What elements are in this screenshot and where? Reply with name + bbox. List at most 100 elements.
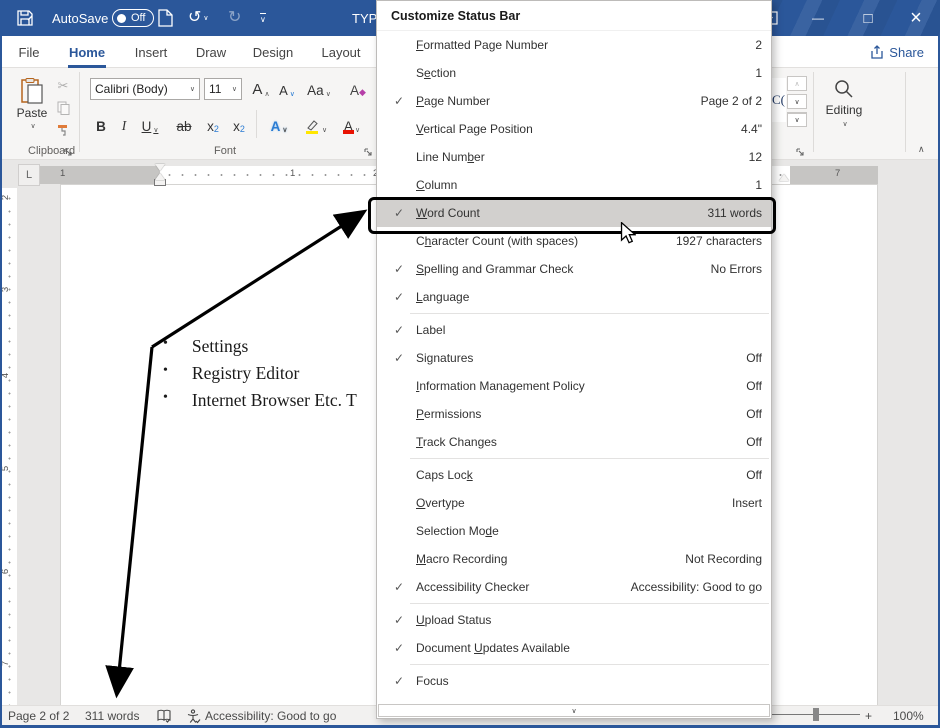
menu-item-track-changes[interactable]: Track ChangesOff — [377, 428, 771, 456]
vertical-ruler[interactable]: 234567 — [2, 188, 17, 705]
tab-home[interactable]: Home — [66, 36, 108, 68]
menu-item-permissions[interactable]: PermissionsOff — [377, 400, 771, 428]
close-button[interactable]: × — [894, 0, 938, 36]
check-icon: ✓ — [394, 613, 404, 627]
menu-item-value: 2 — [755, 38, 762, 52]
tab-layout[interactable]: Layout — [319, 36, 363, 68]
clear-formatting-button[interactable]: A◆ — [346, 76, 370, 100]
menu-item-label[interactable]: ✓Label — [377, 316, 771, 344]
shrink-font-button[interactable]: A∨ — [276, 76, 298, 100]
highlight-button[interactable]: ∨ — [300, 112, 332, 136]
menu-item-overtype[interactable]: OvertypeInsert — [377, 489, 771, 517]
check-icon: ✓ — [394, 94, 404, 108]
right-indent-marker[interactable] — [779, 174, 789, 181]
underline-button[interactable]: U∨ — [136, 112, 164, 136]
italic-button[interactable]: I — [116, 112, 132, 136]
proofing-icon[interactable] — [157, 706, 172, 726]
superscript-button[interactable]: x2 — [228, 112, 250, 136]
maximize-button[interactable]: □ — [846, 0, 890, 36]
tab-selector[interactable]: L — [18, 164, 40, 186]
menu-item-section[interactable]: Section1 — [377, 59, 771, 87]
menu-item-document-updates-available[interactable]: ✓Document Updates Available — [377, 634, 771, 662]
menu-item-page-number[interactable]: ✓Page NumberPage 2 of 2 — [377, 87, 771, 115]
clipboard-dialog-launcher[interactable] — [64, 145, 75, 156]
menu-item-spelling-and-grammar-check[interactable]: ✓Spelling and Grammar CheckNo Errors — [377, 255, 771, 283]
menu-item-label: Overtype — [416, 496, 465, 510]
menu-item-value: 1 — [755, 178, 762, 192]
zoom-slider-track[interactable] — [760, 714, 860, 715]
minimize-button[interactable]: — — [796, 0, 840, 36]
styles-scroll-up[interactable]: ∧ — [787, 76, 807, 91]
zoom-level[interactable]: 100% — [893, 706, 924, 726]
new-document-icon[interactable] — [158, 0, 173, 36]
menu-item-selection-mode[interactable]: Selection Mode — [377, 517, 771, 545]
styles-scroll-down[interactable]: ∨ — [787, 94, 807, 109]
strikethrough-button[interactable]: ab — [172, 112, 196, 136]
menu-item-value: Off — [746, 351, 762, 365]
subscript-button[interactable]: x2 — [202, 112, 224, 136]
format-painter-icon[interactable] — [52, 120, 74, 140]
zoom-slider-handle[interactable] — [813, 708, 819, 721]
menu-item-label: Signatures — [416, 351, 473, 365]
menu-item-accessibility-checker[interactable]: ✓Accessibility CheckerAccessibility: Goo… — [377, 573, 771, 601]
menu-scroll-down[interactable]: ∨ — [378, 704, 770, 717]
ruler-number: 7 — [835, 168, 840, 179]
tab-design[interactable]: Design — [251, 36, 295, 68]
font-name-value: Calibri (Body) — [95, 82, 168, 96]
cut-icon[interactable]: ✂ — [52, 76, 74, 96]
autosave-state: Off — [131, 12, 145, 24]
grow-font-button[interactable]: A∧ — [250, 76, 272, 100]
menu-item-label: Formatted Page Number — [416, 38, 548, 52]
collapse-ribbon-button[interactable]: ∧ — [918, 144, 925, 155]
undo-button[interactable]: ↺∨ — [188, 0, 209, 36]
menu-item-label: Information Management Policy — [416, 379, 585, 393]
font-name-combo[interactable]: Calibri (Body)∨ — [90, 78, 200, 100]
menu-item-signatures[interactable]: ✓SignaturesOff — [377, 344, 771, 372]
menu-item-language[interactable]: ✓Language — [377, 283, 771, 311]
change-case-button[interactable]: Aa∨ — [304, 76, 334, 100]
indent-marker[interactable] — [155, 164, 165, 185]
menu-item-information-management-policy[interactable]: Information Management PolicyOff — [377, 372, 771, 400]
zoom-in-button[interactable]: + — [865, 706, 872, 726]
menu-item-character-count-with-spaces-[interactable]: Character Count (with spaces) 1927 charac… — [377, 227, 771, 255]
font-dialog-launcher[interactable] — [364, 145, 375, 156]
menu-item-label: Selection Mode — [416, 524, 499, 538]
tab-file[interactable]: File — [15, 36, 43, 68]
menu-item-focus[interactable]: ✓Focus — [377, 667, 771, 695]
page-indicator[interactable]: Page 2 of 2 — [8, 706, 69, 726]
editing-dropdown[interactable]: Editing ∨ — [818, 74, 870, 144]
share-button[interactable]: Share — [870, 40, 924, 64]
accessibility-indicator[interactable]: Accessibility: Good to go — [186, 706, 336, 726]
quick-access-chevron[interactable]: ∨ — [260, 0, 266, 36]
styles-dialog-launcher[interactable] — [796, 145, 807, 156]
menu-item-word-count[interactable]: ✓Word Count311 words — [377, 199, 771, 227]
tab-insert[interactable]: Insert — [131, 36, 171, 68]
autosave-toggle[interactable]: Off — [112, 0, 154, 36]
paste-button[interactable]: Paste ∨ — [12, 74, 52, 140]
menu-item-label: Caps Lock — [416, 468, 473, 482]
font-size-combo[interactable]: 11∨ — [204, 78, 242, 100]
save-icon[interactable] — [16, 0, 34, 36]
menu-item-label: Track Changes — [416, 435, 497, 449]
font-group-label: Font — [214, 145, 236, 157]
menu-item-upload-status[interactable]: ✓Upload Status — [377, 606, 771, 634]
redo-button[interactable]: ↻ — [228, 0, 241, 36]
copy-icon[interactable] — [52, 98, 74, 118]
tab-draw[interactable]: Draw — [193, 36, 229, 68]
menu-item-label: Column — [416, 178, 457, 192]
styles-gallery-more[interactable]: ∨ — [787, 112, 807, 127]
menu-item-caps-lock[interactable]: Caps LockOff — [377, 461, 771, 489]
menu-item-value: 1927 characters — [676, 234, 762, 248]
menu-item-formatted-page-number[interactable]: Formatted Page Number 2 — [377, 31, 771, 59]
menu-item-label: Character Count (with spaces) — [416, 234, 578, 248]
menu-item-line-number[interactable]: Line Number12 — [377, 143, 771, 171]
menu-item-label: Focus — [416, 674, 449, 688]
font-color-button[interactable]: A ∨ — [336, 112, 368, 136]
word-count-indicator[interactable]: 311 words — [85, 706, 139, 726]
ruler-number: 1 — [60, 168, 65, 179]
menu-item-macro-recording[interactable]: Macro RecordingNot Recording — [377, 545, 771, 573]
bold-button[interactable]: B — [92, 112, 110, 136]
menu-item-column[interactable]: Column 1 — [377, 171, 771, 199]
text-effects-button[interactable]: A∨ — [264, 112, 294, 136]
menu-item-vertical-page-position[interactable]: Vertical Page Position4.4" — [377, 115, 771, 143]
